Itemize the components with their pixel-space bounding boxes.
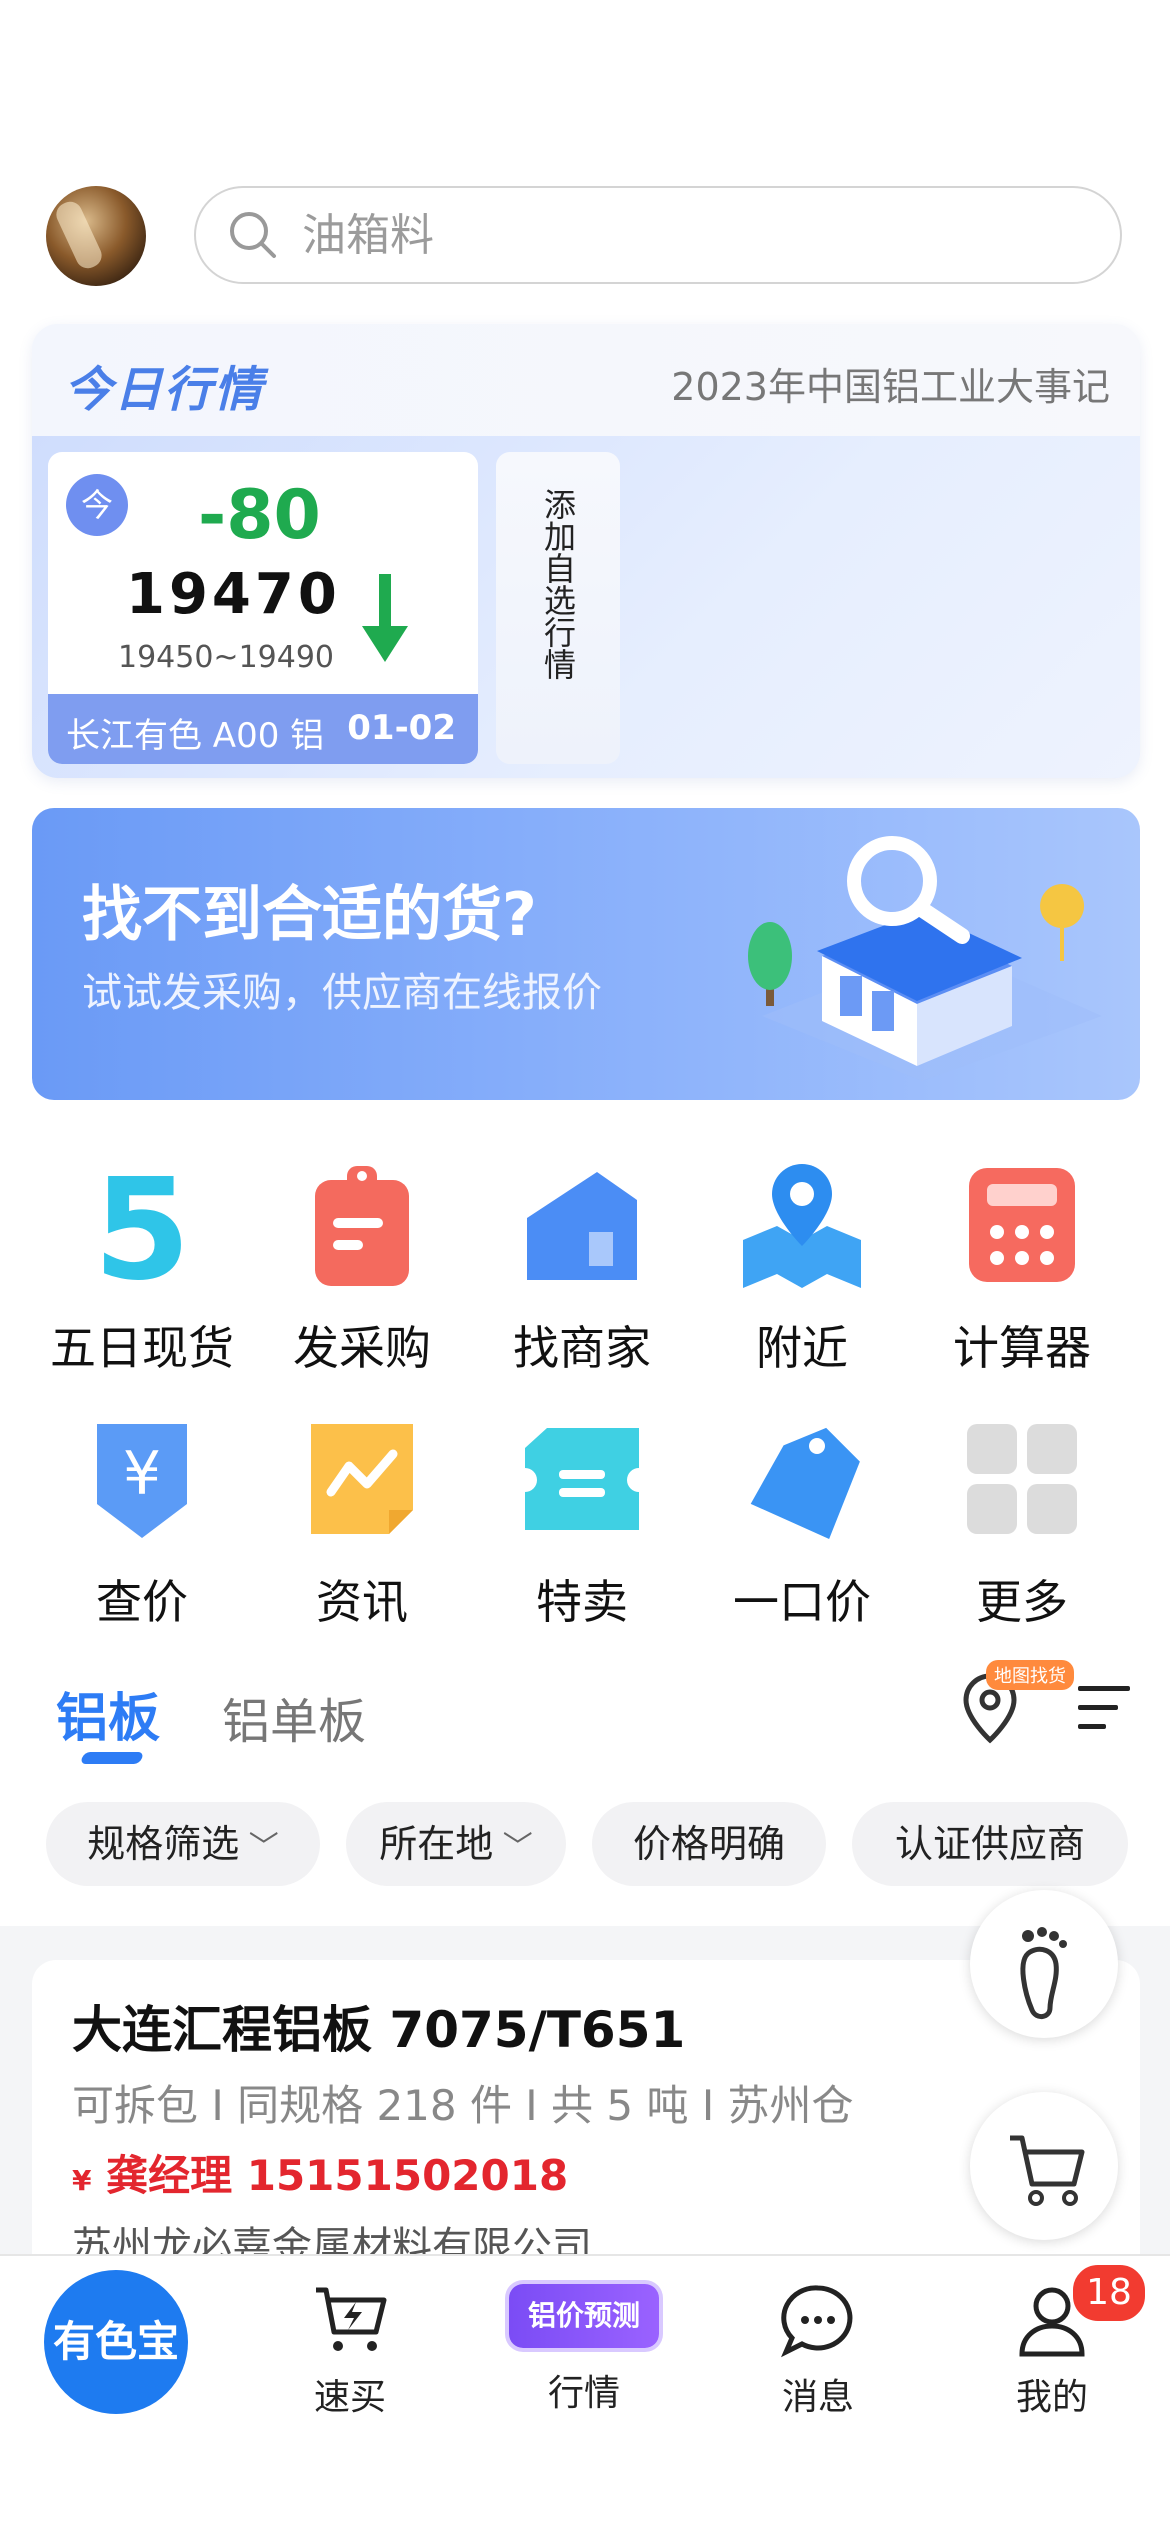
grid-label: 计算器 (953, 1321, 1091, 1375)
grid-label: 更多 (976, 1575, 1068, 1629)
grid-label: 五日现货 (50, 1321, 234, 1375)
map-search-badge: 地图找货 (986, 1660, 1074, 1690)
today-badge: 今 (66, 474, 128, 536)
event-link[interactable]: 2023年中国铝工业大事记 (671, 356, 1110, 411)
tab-underline (79, 1752, 145, 1764)
tab-label: 行情 (547, 2373, 620, 2414)
price-value: 19470 (126, 562, 341, 627)
store-illustration-icon (748, 836, 1102, 1081)
grid-calculator[interactable]: 计算器 (912, 1160, 1132, 1378)
tab-market[interactable]: 铝价预测 行情 (484, 2280, 684, 2416)
down-arrow-icon (362, 574, 408, 662)
tab-label: 我的 (1015, 2377, 1088, 2418)
grid-label: 附近 (756, 1321, 848, 1375)
news-trend-icon (297, 1414, 427, 1544)
grid-news[interactable]: 资讯 (252, 1414, 472, 1632)
product-contact[interactable]: ¥ 龚经理 15151502018 (72, 2142, 568, 2203)
tab-messages[interactable]: 消息 (718, 2280, 918, 2420)
grid-label: 查价 (96, 1575, 188, 1629)
yen-shield-icon: ¥ (77, 1414, 207, 1544)
chip-label: 价格明确 (632, 1822, 785, 1866)
grid-special-sale[interactable]: 特卖 (472, 1414, 692, 1632)
grid-more[interactable]: 更多 (912, 1414, 1132, 1632)
grid-label: 一口价 (733, 1575, 871, 1629)
chip-label: 规格筛选 (87, 1822, 240, 1866)
price-range: 19450~19490 (118, 640, 335, 675)
grid-fixed-price[interactable]: 一口价 (692, 1414, 912, 1632)
footprint-icon (1020, 1927, 1067, 2019)
price-tag-icon (737, 1414, 867, 1544)
grid-find-merchant[interactable]: 找商家 (472, 1160, 692, 1378)
grid-label: 找商家 (513, 1321, 651, 1375)
tab-quick-buy[interactable]: 速买 (250, 2280, 450, 2420)
grid-purchase[interactable]: 发采购 (252, 1160, 472, 1378)
price-predict-badge: 铝价预测 (509, 2284, 659, 2348)
svg-text:¥: ¥ (123, 1439, 161, 1509)
grid-nearby[interactable]: 附近 (692, 1160, 912, 1378)
price-quote-card[interactable]: 今 -80 19470 19450~19490 长江有色 A00 铝 01-02 (48, 452, 478, 764)
purchase-banner[interactable]: 找不到合适的货? 试试发采购，供应商在线报价 (32, 808, 1140, 1100)
svg-text:5: 5 (93, 1160, 190, 1290)
chip-spec-filter[interactable]: 规格筛选 ﹀ (46, 1802, 320, 1886)
app-logo-button[interactable]: 有色宝 (44, 2270, 188, 2414)
chevron-down-icon: ﹀ (493, 1830, 533, 1865)
market-title: 今日行情 (64, 362, 265, 418)
product-meta: 可拆包 I 同规格 218 件 I 共 5 吨 I 苏州仓 (72, 2081, 854, 2130)
banner-subtitle: 试试发采购，供应商在线报价 (82, 970, 602, 1016)
footprint-button[interactable] (970, 1890, 1118, 2038)
cart-lightning-icon (310, 2280, 390, 2360)
search-bar[interactable]: 油箱料 (194, 186, 1122, 284)
grid-five-day-spot[interactable]: 5 五日现货 (32, 1149, 252, 1378)
chip-certified-supplier[interactable]: 认证供应商 (852, 1802, 1128, 1886)
add-watchlist-button[interactable]: 添加自选行情 (496, 452, 620, 764)
search-placeholder: 油箱料 (302, 210, 434, 261)
chip-location[interactable]: 所在地 ﹀ (346, 1802, 566, 1886)
contact-text: 龚经理 15151502018 (106, 2151, 569, 2200)
tab-label: 消息 (781, 2377, 854, 2418)
grid-label: 发采购 (293, 1321, 431, 1375)
tab-aluminum-panel[interactable]: 铝单板 (222, 1682, 366, 1752)
ticket-icon (517, 1414, 647, 1544)
grid-check-price[interactable]: ¥ 查价 (32, 1414, 252, 1632)
grid-label: 特卖 (536, 1575, 628, 1629)
cart-button[interactable] (970, 2092, 1118, 2240)
chip-label: 所在地 (379, 1822, 494, 1866)
grid-label: 资讯 (316, 1575, 408, 1629)
tab-label: 速买 (313, 2377, 386, 2418)
chip-clear-price[interactable]: 价格明确 (592, 1802, 826, 1886)
chat-bubble-icon (778, 2280, 858, 2360)
user-avatar[interactable] (46, 186, 146, 286)
tab-aluminum-sheet[interactable]: 铝板 (56, 1676, 160, 1751)
banner-title: 找不到合适的货? (82, 880, 537, 950)
map-pin-icon (737, 1160, 867, 1290)
menu-icon[interactable] (1074, 1680, 1134, 1736)
market-card: 今日行情 2023年中国铝工业大事记 今 -80 19470 19450~194… (32, 324, 1140, 778)
purchase-clipboard-icon (297, 1160, 427, 1290)
cart-icon (1010, 2135, 1085, 2206)
chevron-down-icon: ﹀ (239, 1830, 279, 1865)
quote-date: 01-02 (347, 708, 456, 748)
calculator-icon (957, 1160, 1087, 1290)
currency-symbol: ¥ (72, 2164, 92, 2197)
more-grid-icon (957, 1414, 1087, 1544)
add-watchlist-label: 添加自选行情 (539, 488, 577, 680)
price-change: -80 (198, 476, 321, 555)
quote-name: 长江有色 A00 铝 (66, 716, 325, 756)
product-title: 大连汇程铝板 7075/T651 (72, 2001, 686, 2059)
notification-badge: 18 (1070, 2262, 1148, 2324)
store-house-icon (517, 1160, 647, 1290)
chip-label: 认证供应商 (894, 1822, 1085, 1866)
search-icon (230, 212, 276, 258)
five-day-icon: 5 (77, 1149, 207, 1312)
